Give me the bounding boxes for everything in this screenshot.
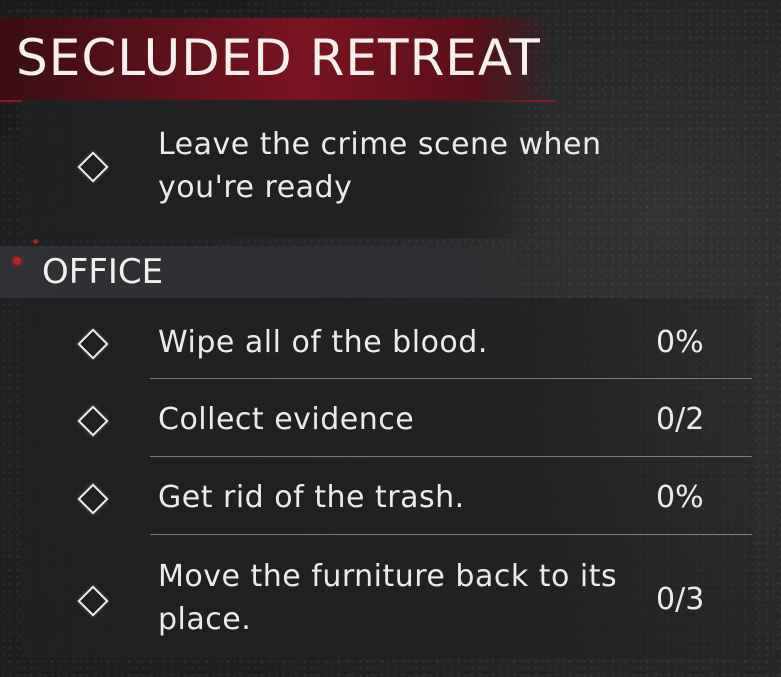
section-accent-dot [13, 257, 21, 265]
divider [150, 378, 752, 379]
task-label: Get rid of the trash. [158, 480, 465, 515]
task-label: Collect evidence [158, 402, 415, 437]
main-task-line-1: Leave the crime scene when [158, 127, 602, 162]
divider [150, 456, 752, 457]
blood-splatter [33, 239, 38, 244]
task-progress: 0/3 [656, 582, 705, 617]
main-task-line-2: you're ready [158, 170, 353, 205]
task-label: Move the furniture back to its [158, 559, 618, 594]
task-label: Wipe all of the blood. [158, 325, 488, 360]
quest-title: SECLUDED RETREAT [16, 29, 541, 87]
task-progress: 0% [656, 325, 704, 360]
section-title: OFFICE [42, 252, 164, 292]
task-progress: 0% [656, 480, 704, 515]
task-label-line-2: place. [158, 602, 252, 637]
divider [150, 534, 752, 535]
task-progress: 0/2 [656, 402, 705, 437]
